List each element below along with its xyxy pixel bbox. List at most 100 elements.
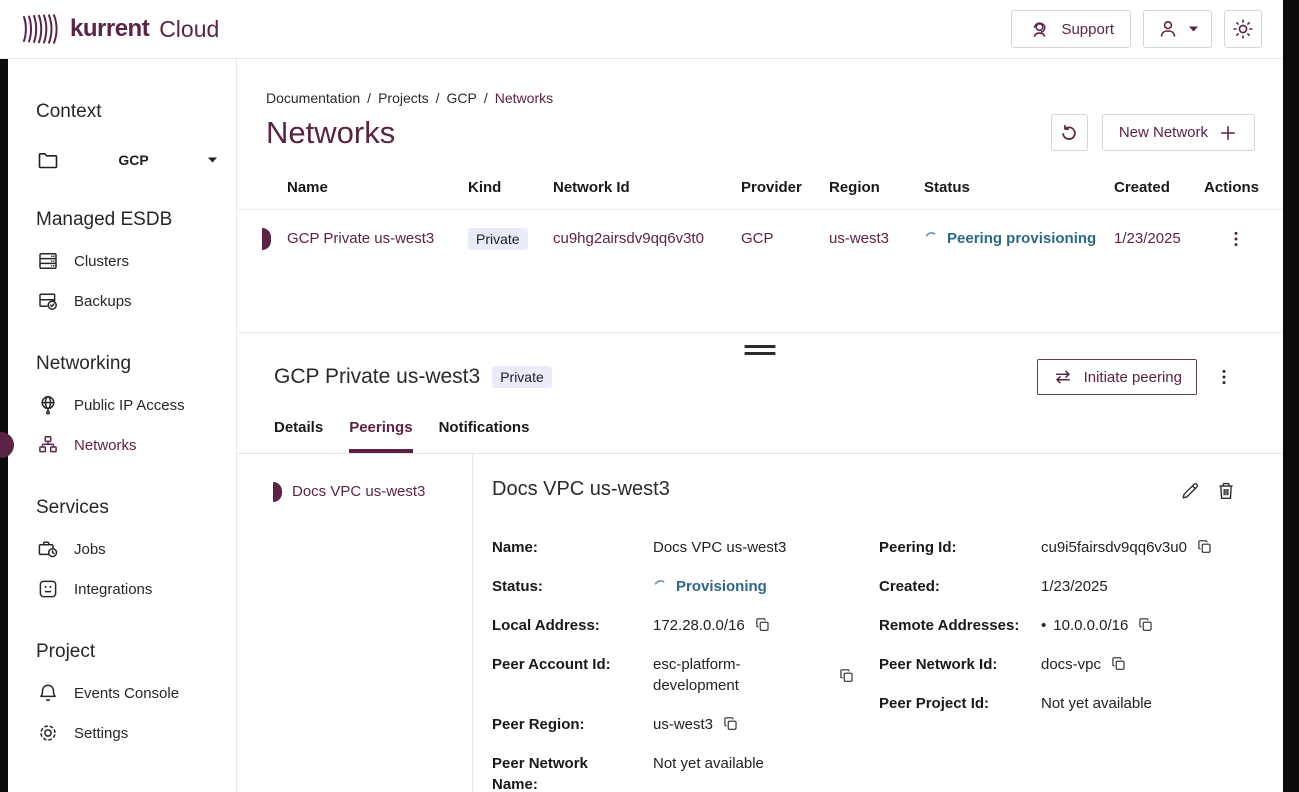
breadcrumb-documentation[interactable]: Documentation [266, 90, 360, 106]
context-value: GCP [118, 152, 148, 168]
sidebar-heading-context: Context [36, 101, 236, 123]
copy-icon[interactable] [1137, 616, 1154, 633]
copy-icon[interactable] [754, 616, 771, 633]
field-peer-account-id: Peer Account Id: esc-platform-developmen… [492, 654, 855, 696]
detail-actions-menu-button[interactable] [1209, 362, 1239, 392]
peering-list-item[interactable]: Docs VPC us-west3 [237, 483, 472, 500]
jobs-icon [36, 537, 60, 561]
field-name: Name: Docs VPC us-west3 [492, 537, 855, 558]
network-icon [36, 433, 60, 457]
globe-icon [36, 393, 60, 417]
sidebar-item-integrations[interactable]: Integrations [36, 569, 236, 609]
detail-title: GCP Private us-west3 [274, 365, 480, 389]
sidebar-item-clusters[interactable]: Clusters [36, 241, 236, 281]
theme-toggle-button[interactable] [1224, 10, 1262, 48]
copy-icon[interactable] [838, 667, 855, 684]
caret-down-icon [207, 156, 218, 164]
clusters-icon [36, 249, 60, 273]
table-row[interactable]: GCP Private us-west3 Private cu9hg2airsd… [237, 210, 1283, 267]
selected-peering-marker [273, 482, 282, 502]
peering-detail: Docs VPC us-west3 [472, 454, 1283, 792]
edit-peering-button[interactable] [1177, 478, 1203, 507]
field-created: Created: 1/23/2025 [879, 576, 1239, 597]
kebab-icon [1215, 368, 1233, 386]
refresh-icon [1058, 122, 1080, 144]
breadcrumb-current: Networks [495, 90, 553, 106]
new-network-button[interactable]: New Network [1102, 114, 1255, 151]
col-network-id[interactable]: Network Id [553, 179, 741, 196]
selected-row-marker [262, 228, 271, 250]
swap-icon [1052, 366, 1074, 388]
col-status[interactable]: Status [924, 179, 1114, 196]
headset-icon [1028, 18, 1051, 41]
sidebar-item-networks[interactable]: Networks [36, 425, 236, 465]
field-peer-network-name: Peer Network Name: Not yet available [492, 753, 855, 792]
user-menu-button[interactable] [1143, 10, 1212, 48]
field-peering-id: Peering Id: cu9i5fairsdv9qq6v3u0 [879, 537, 1239, 558]
sidebar: Context GCP Managed ESDB Clusters [8, 59, 237, 792]
sidebar-heading-networking: Networking [36, 353, 236, 375]
cell-provider: GCP [741, 230, 829, 247]
trash-icon [1215, 480, 1237, 502]
copy-icon[interactable] [1110, 655, 1127, 672]
field-peer-network-id: Peer Network Id: docs-vpc [879, 654, 1239, 675]
col-region[interactable]: Region [829, 179, 924, 196]
col-provider[interactable]: Provider [741, 179, 829, 196]
brand-logo[interactable]: kurrent Cloud [20, 13, 219, 45]
context-selector[interactable]: GCP [36, 143, 218, 177]
tab-details[interactable]: Details [274, 419, 323, 453]
panel-splitter[interactable] [237, 332, 1283, 333]
drag-handle-icon[interactable] [745, 345, 776, 355]
sidebar-heading-managed-esdb: Managed ESDB [36, 209, 236, 231]
tab-peerings[interactable]: Peerings [349, 419, 412, 453]
row-actions-menu-button[interactable] [1221, 224, 1251, 254]
cell-region: us-west3 [829, 230, 924, 247]
sidebar-item-events-console[interactable]: Events Console [36, 673, 236, 713]
peering-title: Docs VPC us-west3 [492, 478, 670, 501]
peering-status-badge: Provisioning [653, 576, 855, 597]
person-icon [1156, 17, 1180, 41]
peering-list-item-label: Docs VPC us-west3 [292, 483, 425, 500]
page-title: Networks [266, 115, 395, 151]
col-kind[interactable]: Kind [468, 179, 553, 196]
sidebar-item-settings[interactable]: Settings [36, 713, 236, 753]
refresh-button[interactable] [1051, 114, 1088, 151]
field-status: Status: Provisioning [492, 576, 855, 597]
sidebar-heading-services: Services [36, 497, 236, 519]
breadcrumb-gcp[interactable]: GCP [447, 90, 477, 106]
col-created[interactable]: Created [1114, 179, 1204, 196]
sidebar-item-label: Settings [74, 725, 128, 742]
initiate-peering-label: Initiate peering [1084, 369, 1182, 386]
window-edge-right [1283, 0, 1299, 792]
cell-network-id: cu9hg2airsdv9qq6v3t0 [553, 230, 741, 247]
status-badge: Peering provisioning [924, 230, 1114, 247]
spinner-icon [653, 579, 668, 594]
brand-suffix: Cloud [159, 16, 219, 43]
sidebar-item-jobs[interactable]: Jobs [36, 529, 236, 569]
top-bar: kurrent Cloud Support [0, 0, 1283, 59]
initiate-peering-button[interactable]: Initiate peering [1037, 359, 1197, 395]
table-header: Name Kind Network Id Provider Region Sta… [237, 179, 1283, 210]
tab-notifications[interactable]: Notifications [439, 419, 530, 453]
sidebar-item-backups[interactable]: Backups [36, 281, 236, 321]
field-peer-region: Peer Region: us-west3 [492, 714, 855, 735]
network-detail-panel: GCP Private us-west3 Private Initiate pe… [237, 333, 1283, 792]
active-item-marker [0, 432, 14, 458]
integrations-icon [36, 577, 60, 601]
copy-icon[interactable] [1196, 538, 1213, 555]
sidebar-item-label: Events Console [74, 685, 179, 702]
delete-peering-button[interactable] [1213, 478, 1239, 507]
plus-icon [1218, 123, 1238, 143]
col-name[interactable]: Name [287, 179, 468, 196]
copy-icon[interactable] [722, 715, 739, 732]
cell-created: 1/23/2025 [1114, 230, 1204, 247]
detail-kind-badge: Private [492, 366, 552, 388]
brand-name: kurrent [70, 15, 149, 43]
sidebar-item-public-ip-access[interactable]: Public IP Access [36, 385, 236, 425]
sidebar-item-label: Networks [74, 437, 137, 454]
sidebar-item-label: Jobs [74, 541, 106, 558]
gear-icon [36, 721, 60, 745]
support-button[interactable]: Support [1011, 10, 1131, 48]
breadcrumb-projects[interactable]: Projects [378, 90, 429, 106]
peering-list: Docs VPC us-west3 [237, 454, 472, 792]
